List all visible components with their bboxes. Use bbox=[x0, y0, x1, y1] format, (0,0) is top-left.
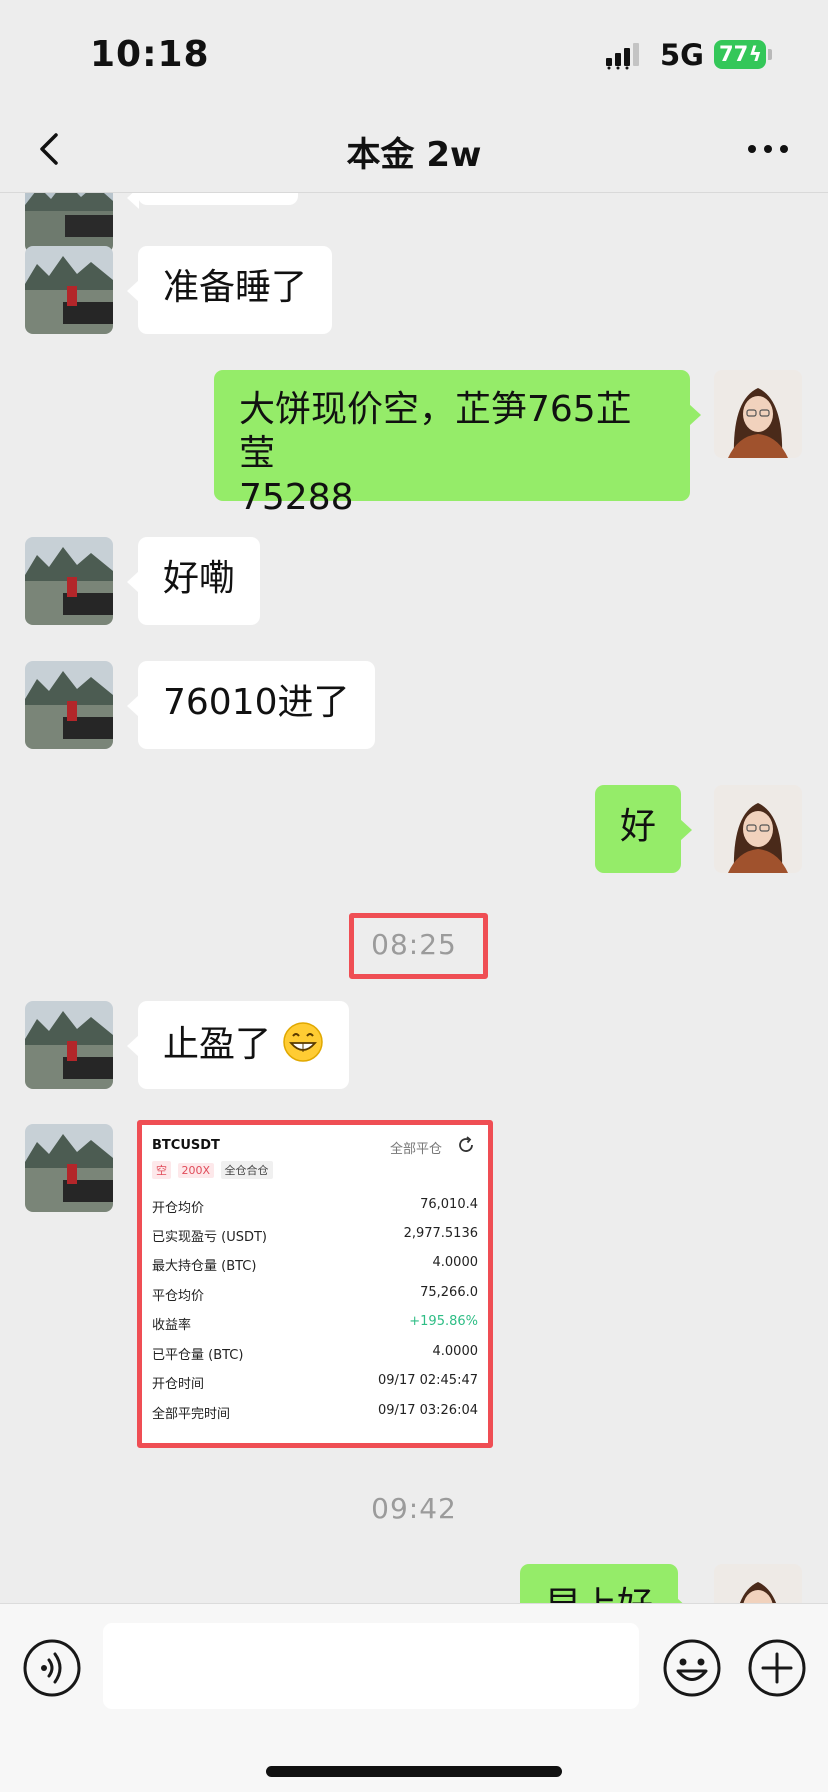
row-label: 收益率 bbox=[152, 1318, 192, 1333]
portrait-avatar-image bbox=[714, 1564, 802, 1603]
row-value: 09/17 02:45:47 bbox=[378, 1373, 478, 1388]
battery-cap bbox=[768, 49, 772, 60]
landscape-avatar-image bbox=[25, 537, 113, 625]
row-value: 4.0000 bbox=[432, 1344, 479, 1359]
landscape-avatar-image bbox=[25, 1124, 113, 1212]
message-bubble-partial[interactable] bbox=[127, 193, 298, 209]
position-tags: 空 200X 全仓合仓 bbox=[152, 1161, 276, 1179]
message-input[interactable] bbox=[103, 1623, 639, 1709]
status-bar: 10:18 5G 77 ϟ bbox=[0, 0, 828, 105]
tag-margin-mode: 全仓合仓 bbox=[220, 1161, 273, 1179]
tag-direction: 空 bbox=[152, 1161, 171, 1179]
portrait-avatar-image bbox=[714, 785, 802, 873]
trade-card-content: BTCUSDT 全部平仓 空 200X 全仓合仓 开仓均价 76,010.4 已… bbox=[152, 1133, 478, 1433]
message-bubble[interactable]: 早上好 bbox=[520, 1564, 690, 1603]
status-time: 10:18 bbox=[90, 34, 210, 75]
emoji-icon[interactable] bbox=[662, 1638, 722, 1698]
row-label: 全部平完时间 bbox=[152, 1407, 231, 1422]
trade-row: 收益率 +195.86% bbox=[152, 1314, 478, 1334]
contact-avatar[interactable] bbox=[25, 661, 113, 749]
refresh-icon bbox=[459, 1136, 473, 1152]
message-bubble[interactable]: 止盈了 bbox=[126, 1001, 350, 1089]
message-bubble[interactable]: 76010进了 bbox=[127, 661, 375, 749]
message-list[interactable]: 准备睡了 大饼现价空，芷笋765芷莹 75288 好嘞 76010进了 好 08… bbox=[0, 193, 828, 1603]
row-label: 已平仓量 (BTC) bbox=[152, 1348, 244, 1363]
voice-icon[interactable] bbox=[22, 1638, 82, 1698]
message-bubble[interactable]: 大饼现价空，芷笋765芷莹 75288 bbox=[214, 370, 701, 518]
message-text: 早上好 bbox=[545, 1585, 653, 1603]
trade-row: 全部平完时间 09/17 03:26:04 bbox=[152, 1403, 478, 1423]
row-value: 2,977.5136 bbox=[403, 1226, 478, 1241]
signal-icon bbox=[606, 43, 639, 70]
row-value: 75,266.0 bbox=[420, 1285, 478, 1300]
chat-header: 本金 2w bbox=[0, 105, 828, 193]
message-text-line: 大饼现价空，芷笋765芷莹 bbox=[239, 389, 632, 474]
trade-row: 平仓均价 75,266.0 bbox=[152, 1285, 478, 1305]
highlight-box bbox=[349, 913, 488, 979]
landscape-avatar-image bbox=[25, 193, 113, 253]
row-value: 09/17 03:26:04 bbox=[378, 1403, 478, 1418]
grinning-face-emoji-icon bbox=[283, 1022, 324, 1062]
trade-row: 最大持仓量 (BTC) 4.0000 bbox=[152, 1255, 478, 1275]
trade-row: 已平仓量 (BTC) 4.0000 bbox=[152, 1344, 478, 1364]
close-all-label: 全部平仓 bbox=[389, 1142, 442, 1157]
trade-row: 已实现盈亏 (USDT) 2,977.5136 bbox=[152, 1226, 478, 1246]
contact-avatar[interactable] bbox=[25, 193, 113, 253]
my-avatar[interactable] bbox=[714, 1564, 802, 1603]
portrait-avatar-image bbox=[714, 370, 802, 458]
message-bubble[interactable]: 好 bbox=[595, 785, 693, 873]
battery-indicator: 77 ϟ bbox=[714, 40, 766, 69]
trade-row: 开仓均价 76,010.4 bbox=[152, 1197, 478, 1217]
chat-title: 本金 2w bbox=[346, 135, 482, 175]
contact-avatar[interactable] bbox=[25, 1001, 113, 1089]
message-bubble[interactable]: 好嘞 bbox=[126, 537, 261, 625]
contact-avatar[interactable] bbox=[25, 537, 113, 625]
row-value: 76,010.4 bbox=[420, 1197, 478, 1212]
message-text: 76010进了 bbox=[163, 682, 350, 723]
message-text-line: 75288 bbox=[239, 477, 354, 518]
message-text: 止盈了 bbox=[163, 1024, 272, 1065]
landscape-avatar-image bbox=[25, 1001, 113, 1089]
contact-avatar[interactable] bbox=[25, 246, 113, 334]
row-label: 最大持仓量 (BTC) bbox=[152, 1259, 257, 1274]
home-indicator[interactable] bbox=[266, 1766, 562, 1777]
my-avatar[interactable] bbox=[714, 785, 802, 873]
message-bubble[interactable]: 准备睡了 bbox=[126, 246, 333, 334]
row-label: 已实现盈亏 (USDT) bbox=[152, 1230, 267, 1245]
timestamp: 09:42 bbox=[371, 1492, 457, 1525]
trade-row: 开仓时间 09/17 02:45:47 bbox=[152, 1373, 478, 1393]
row-label: 开仓均价 bbox=[152, 1201, 205, 1216]
battery-level: 77 bbox=[719, 42, 749, 66]
row-label: 开仓时间 bbox=[152, 1377, 205, 1392]
network-type: 5G bbox=[660, 38, 704, 72]
charging-bolt-icon: ϟ bbox=[748, 42, 762, 66]
more-icon[interactable] bbox=[746, 141, 790, 157]
landscape-avatar-image bbox=[25, 661, 113, 749]
contact-avatar[interactable] bbox=[25, 1124, 113, 1212]
landscape-avatar-image bbox=[25, 246, 113, 334]
message-text: 好嘞 bbox=[163, 558, 236, 599]
input-bar bbox=[0, 1603, 828, 1792]
message-text: 好 bbox=[620, 806, 657, 847]
plus-icon[interactable] bbox=[747, 1638, 807, 1698]
trade-result-image[interactable]: BTCUSDT 全部平仓 空 200X 全仓合仓 开仓均价 76,010.4 已… bbox=[137, 1120, 493, 1448]
message-text: 准备睡了 bbox=[163, 267, 308, 308]
trade-symbol: BTCUSDT bbox=[152, 1138, 220, 1153]
row-value-profit: +195.86% bbox=[409, 1314, 478, 1329]
row-value: 4.0000 bbox=[432, 1255, 479, 1270]
tag-leverage: 200X bbox=[177, 1163, 215, 1178]
row-label: 平仓均价 bbox=[152, 1289, 205, 1304]
my-avatar[interactable] bbox=[714, 370, 802, 458]
